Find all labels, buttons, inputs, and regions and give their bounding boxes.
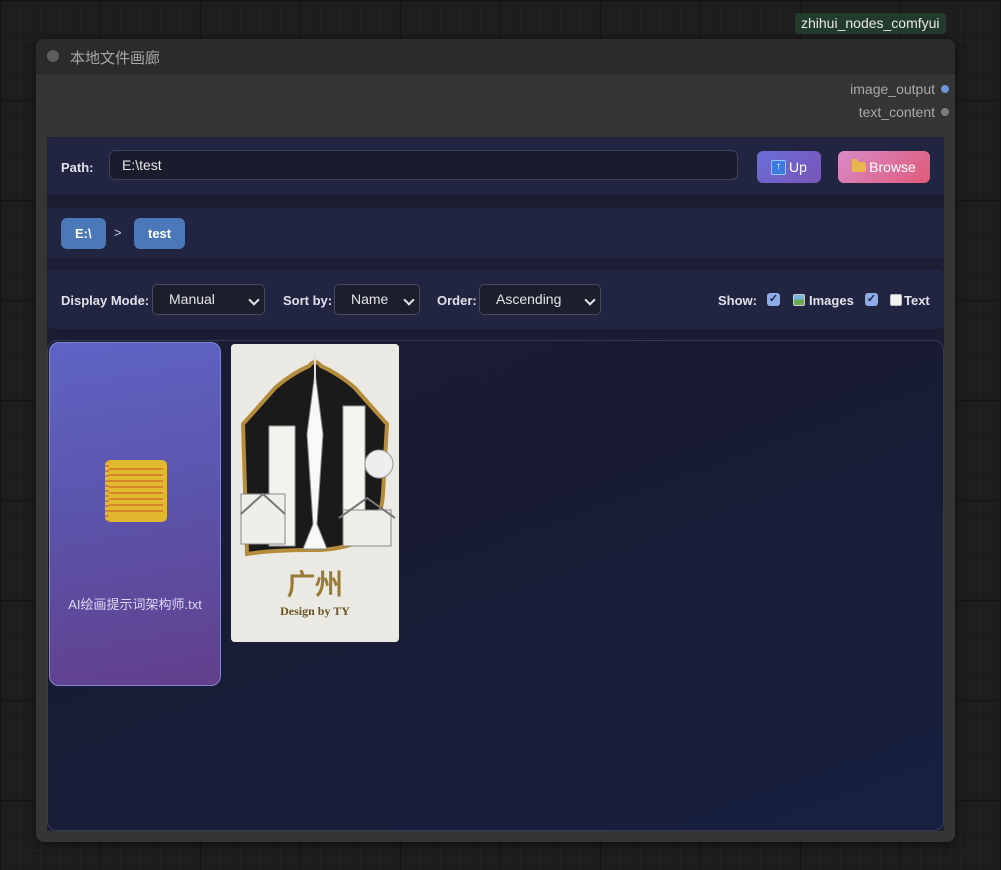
chevron-down-icon	[403, 294, 415, 306]
output-text-socket[interactable]	[941, 108, 949, 116]
sort-select[interactable]: Name	[334, 284, 420, 315]
text-checkbox[interactable]: ✓	[865, 293, 878, 306]
document-icon	[890, 294, 902, 306]
order-value: Ascending	[496, 291, 562, 307]
sort-value: Name	[351, 291, 389, 307]
output-text-label: text_content	[858, 104, 935, 120]
local-file-gallery-node[interactable]: 本地文件画廊 image_output text_content Path: E…	[36, 39, 955, 842]
arrow-up-icon: ↑	[771, 159, 787, 175]
up-button-label: Up	[789, 159, 807, 175]
path-bar: Path: E:\test ↑ Up Browse	[47, 137, 944, 195]
image-icon	[793, 294, 805, 306]
order-select[interactable]: Ascending	[479, 284, 601, 315]
up-button[interactable]: ↑ Up	[757, 151, 821, 183]
breadcrumb-item-drive[interactable]: E:\	[61, 218, 106, 249]
poster-title: 广州	[286, 568, 343, 601]
output-text[interactable]: text_content	[859, 103, 949, 121]
node-title-bar[interactable]: 本地文件画廊	[36, 39, 955, 74]
breadcrumb-separator: >	[114, 225, 122, 240]
controls-bar: Display Mode: Manual Sort by: Name Order…	[47, 270, 944, 329]
images-label: Images	[809, 293, 854, 308]
browse-button[interactable]: Browse	[838, 151, 930, 183]
file-card-image[interactable]: 广州 Design by TY	[231, 344, 399, 642]
output-image-label: image_output	[850, 81, 935, 97]
text-label: Text	[904, 293, 930, 308]
file-card-name: AI绘画提示词架构师.txt	[68, 597, 202, 612]
notepad-icon	[105, 460, 167, 522]
chevron-down-icon	[248, 294, 260, 306]
file-gallery-panel: Path: E:\test ↑ Up Browse E:\ > test Dis…	[47, 137, 944, 831]
node-title: 本地文件画廊	[70, 50, 161, 67]
display-mode-select[interactable]: Manual	[152, 284, 265, 315]
file-card-text[interactable]: AI绘画提示词架构师.txt	[49, 342, 221, 686]
poster-subtitle: Design by TY	[280, 604, 350, 618]
folder-icon	[852, 159, 867, 172]
collapse-dot-icon[interactable]	[47, 50, 59, 62]
output-image[interactable]: image_output	[850, 80, 949, 98]
output-image-socket[interactable]	[941, 85, 949, 93]
breadcrumb-item-test[interactable]: test	[134, 218, 186, 249]
show-label: Show:	[718, 293, 757, 308]
path-input[interactable]: E:\test	[109, 150, 738, 180]
display-mode-value: Manual	[169, 291, 215, 307]
chevron-down-icon	[584, 294, 596, 306]
display-mode-label: Display Mode:	[61, 293, 150, 308]
order-label: Order:	[437, 293, 477, 308]
node-source-badge: zhihui_nodes_comfyui	[795, 13, 946, 34]
sort-label: Sort by:	[283, 293, 333, 308]
images-checkbox[interactable]: ✓	[767, 293, 780, 306]
browse-button-label: Browse	[869, 159, 916, 175]
breadcrumb: E:\ > test	[47, 208, 944, 258]
file-grid[interactable]: AI绘画提示词架构师.txt 广州 Design by TY	[47, 340, 944, 831]
path-label: Path:	[61, 160, 94, 175]
